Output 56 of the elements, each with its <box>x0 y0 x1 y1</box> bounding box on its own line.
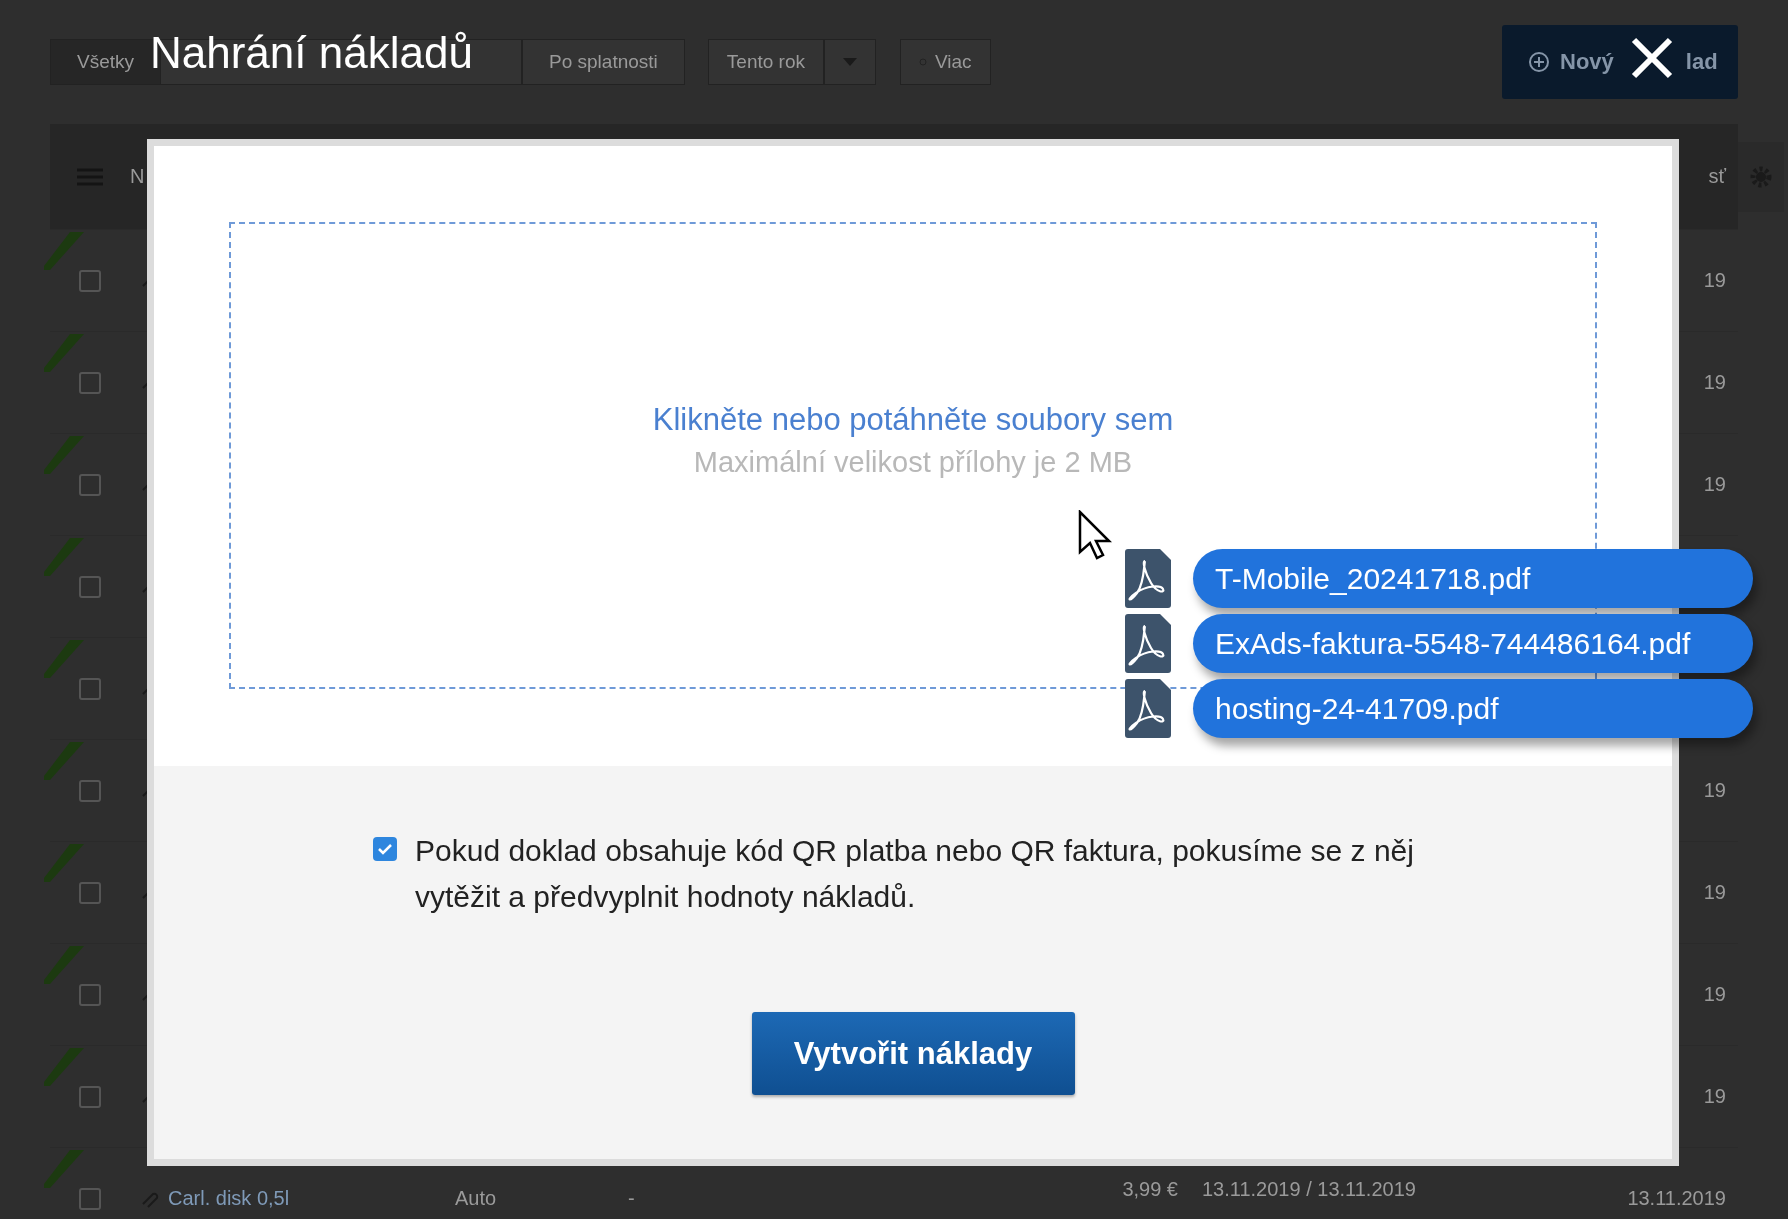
table-cell-text: 19 <box>1702 371 1727 394</box>
table-cell-text: 19 <box>1702 779 1727 802</box>
dragged-file-chip: T-Mobile_20241718.pdf <box>1193 549 1753 608</box>
pdf-file-icon <box>1125 549 1171 608</box>
row-checkbox[interactable] <box>79 1085 101 1108</box>
close-icon <box>1630 36 1674 80</box>
table-cell-text: 19 <box>1702 269 1727 292</box>
row-checkbox[interactable] <box>79 575 101 598</box>
dropzone-prompt: Klikněte nebo potáhněte soubory sem <box>652 402 1174 438</box>
mouse-pointer-icon <box>1078 510 1112 562</box>
row-checkbox[interactable] <box>79 779 101 802</box>
checkmark-icon <box>377 843 393 855</box>
qr-option-label: Pokud doklad obsahuje kód QR platba nebo QR faktura, pokusíme se z něj vytěžit a předvyplnit hodnoty nákladů. <box>415 833 1415 915</box>
table-cell-text: - <box>627 1187 636 1210</box>
dragged-file-chip: ExAds-faktura-5548-744486164.pdf <box>1193 614 1753 673</box>
table-cell-text: 19 <box>1702 473 1727 496</box>
filter-tab[interactable]: Po splatnosti <box>522 39 685 85</box>
table-cell-text: 13.11.2019 / 13.11.2019 <box>1201 1178 1417 1201</box>
corner-ribbon <box>44 1046 84 1086</box>
corner-ribbon <box>44 740 84 780</box>
dropzone-hint: Maximální velikost přílohy je 2 MB <box>693 446 1133 479</box>
table-cell-text: 3,99 € <box>1121 1178 1179 1201</box>
column-header: N <box>130 165 145 188</box>
new-expense-button[interactable]: Nový lad <box>1502 25 1738 99</box>
expense-name-link[interactable]: Carl. disk 0,5l <box>168 1187 290 1210</box>
row-checkbox[interactable] <box>79 371 101 394</box>
dropdown-caret-button[interactable] <box>824 39 876 85</box>
table-cell-text: 13.11.2019 <box>1626 1187 1727 1210</box>
pdf-file-icon <box>1125 614 1171 673</box>
period-dropdown[interactable]: Tento rok <box>707 39 824 85</box>
corner-ribbon <box>44 638 84 678</box>
corner-ribbon <box>44 944 84 984</box>
corner-ribbon <box>44 842 84 882</box>
corner-ribbon <box>44 434 84 474</box>
table-cell-text: Auto <box>454 1187 498 1210</box>
corner-ribbon <box>44 1148 84 1188</box>
row-checkbox[interactable] <box>79 983 101 1006</box>
row-checkbox[interactable] <box>79 677 101 700</box>
dragged-file-chip: hosting-24-41709.pdf <box>1193 679 1753 738</box>
caret-icon <box>843 58 857 66</box>
row-checkbox[interactable] <box>79 269 101 292</box>
table-cell-text: 19 <box>1702 881 1727 904</box>
pdf-file-icon <box>1125 679 1171 738</box>
row-checkbox[interactable] <box>79 473 101 496</box>
corner-ribbon <box>44 332 84 372</box>
plus-circle-icon <box>1528 51 1550 73</box>
corner-ribbon <box>44 230 84 270</box>
more-button[interactable]: Viac <box>900 39 991 85</box>
corner-ribbon <box>44 536 84 576</box>
column-header: sť <box>1707 165 1728 188</box>
row-checkbox[interactable] <box>79 881 101 904</box>
table-cell-text: 19 <box>1702 983 1727 1006</box>
table-cell-text: 19 <box>1702 1085 1727 1108</box>
row-checkbox[interactable] <box>79 1187 101 1210</box>
qr-checkbox[interactable] <box>373 837 397 861</box>
create-expenses-button[interactable]: Vytvořit náklady <box>751 1012 1075 1095</box>
